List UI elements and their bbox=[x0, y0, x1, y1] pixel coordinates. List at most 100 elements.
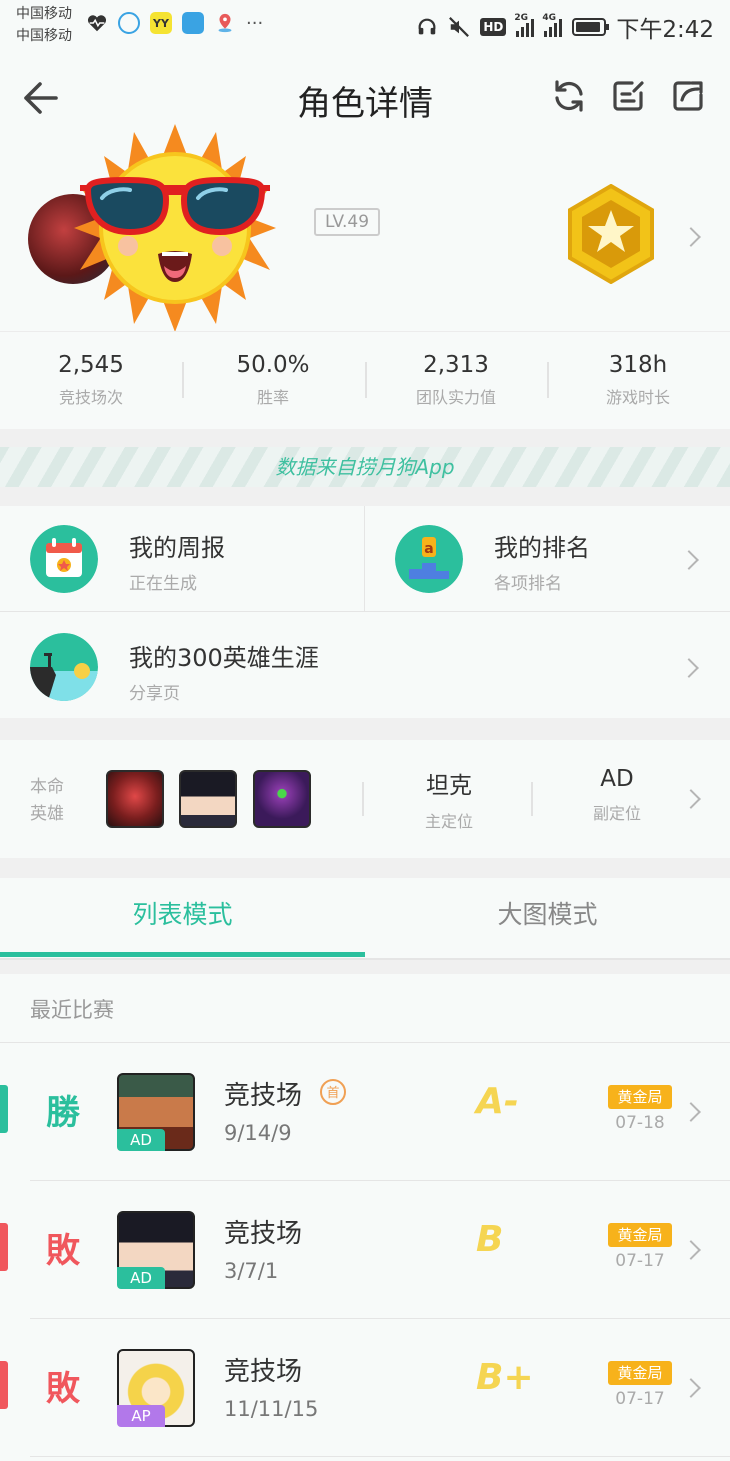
position-value: AD bbox=[600, 766, 634, 792]
weekly-report-card[interactable]: 我的周报 正在生成 bbox=[0, 506, 365, 612]
refresh-icon[interactable] bbox=[551, 78, 587, 114]
match-grade: B bbox=[476, 1219, 504, 1260]
stat-team-power: 2,313 团队实力值 bbox=[365, 352, 547, 408]
carrier-label-1: 中国移动 bbox=[16, 6, 72, 22]
match-mode: 竞技场 bbox=[224, 1357, 303, 1387]
stat-win-rate: 50.0% 胜率 bbox=[182, 352, 364, 408]
role-tag: AD bbox=[117, 1267, 165, 1289]
match-mode: 竞技场 bbox=[224, 1081, 303, 1111]
carrier-label-2: 中国移动 bbox=[16, 28, 72, 44]
signal-icon-1: 2G bbox=[514, 13, 535, 37]
section-title: 最近比赛 bbox=[30, 998, 114, 1022]
map-pin-icon bbox=[218, 13, 232, 33]
match-grade: A- bbox=[476, 1081, 519, 1122]
heroes-label: 本命 bbox=[30, 777, 64, 797]
tier-badge: 黄金局 bbox=[608, 1085, 672, 1109]
chevron-right-icon bbox=[681, 1378, 701, 1398]
profile-card[interactable]: LV.49 2,545 竞技场次 50.0% 胜率 2,313 团队实力值 31… bbox=[0, 124, 730, 430]
feature-cards: 我的周报 正在生成 a 我的排名 各项排名 我的300英雄生涯 分享页 bbox=[0, 506, 730, 718]
notification-icons: YY ··· bbox=[86, 12, 263, 34]
signal-icon-2: 4G bbox=[542, 13, 563, 37]
my-ranking-card[interactable]: a 我的排名 各项排名 bbox=[365, 506, 730, 612]
feature-title: 我的周报 bbox=[129, 534, 225, 562]
primary-position: 坦克 主定位 bbox=[386, 766, 512, 832]
calendar-icon bbox=[30, 525, 98, 593]
stat-value: 318h bbox=[608, 352, 668, 378]
match-kda: 11/11/15 bbox=[224, 1397, 319, 1421]
feature-title: 我的排名 bbox=[494, 534, 590, 562]
result-indicator bbox=[0, 1085, 8, 1133]
tab-active-indicator bbox=[0, 952, 365, 957]
chevron-right-icon bbox=[679, 658, 699, 678]
chevron-right-icon bbox=[681, 789, 701, 809]
match-kda: 3/7/1 bbox=[224, 1259, 279, 1283]
divider bbox=[531, 782, 533, 816]
divider bbox=[30, 1456, 730, 1457]
signature-heroes[interactable]: 本命 英雄 坦克 主定位 AD 副定位 bbox=[0, 740, 730, 858]
match-mode: 竞技场 bbox=[224, 1219, 303, 1249]
heroes-label: 英雄 bbox=[30, 804, 64, 824]
match-grade: B+ bbox=[476, 1357, 534, 1398]
role-tag: AP bbox=[117, 1405, 165, 1427]
share-icon[interactable] bbox=[670, 78, 706, 114]
tier-badge: 黄金局 bbox=[608, 1361, 672, 1385]
battery-icon bbox=[572, 18, 610, 36]
data-source-banner: 数据来自捞月狗App bbox=[0, 447, 730, 487]
secondary-position: AD 副定位 bbox=[554, 766, 680, 824]
stat-play-time: 318h 游戏时长 bbox=[547, 352, 729, 408]
stat-value: 2,313 bbox=[423, 352, 489, 378]
tab-list-mode[interactable]: 列表模式 bbox=[0, 878, 365, 958]
first-badge: 首 bbox=[320, 1079, 346, 1105]
career-share-card[interactable]: 我的300英雄生涯 分享页 bbox=[0, 612, 730, 718]
position-label: 主定位 bbox=[424, 812, 473, 831]
edit-icon[interactable] bbox=[610, 78, 646, 114]
status-time: 下午2:42 bbox=[616, 17, 714, 43]
svg-text:a: a bbox=[424, 541, 433, 557]
rank-medal-icon bbox=[568, 184, 654, 284]
match-row[interactable]: 敗 AP 竞技场 11/11/15 B+ 黄金局 07-17 bbox=[0, 1319, 730, 1457]
feature-title: 我的300英雄生涯 bbox=[129, 644, 319, 672]
stat-label: 胜率 bbox=[256, 388, 289, 407]
chat-icon bbox=[182, 12, 204, 34]
stat-value: 2,545 bbox=[58, 352, 124, 378]
view-mode-tabs: 列表模式 大图模式 bbox=[0, 878, 730, 960]
match-result: 敗 bbox=[46, 1369, 80, 1409]
tab-image-mode[interactable]: 大图模式 bbox=[365, 878, 730, 958]
position-value: 坦克 bbox=[426, 773, 472, 799]
more-icon: ··· bbox=[246, 12, 264, 34]
hero-avatar-2 bbox=[179, 770, 237, 828]
hd-icon: HD bbox=[480, 18, 507, 36]
match-date: 07-17 bbox=[615, 1251, 665, 1271]
headset-icon bbox=[418, 18, 436, 35]
result-indicator bbox=[0, 1361, 8, 1409]
hero-avatar-1 bbox=[106, 770, 164, 828]
chevron-right-icon bbox=[679, 550, 699, 570]
heartbeat-icon bbox=[87, 15, 107, 32]
chevron-right-icon bbox=[681, 1102, 701, 1122]
status-bar: 中国移动 中国移动 YY ··· HD 2G 4G 下午2:42 bbox=[0, 0, 730, 50]
result-indicator bbox=[0, 1223, 8, 1271]
match-date: 07-17 bbox=[615, 1389, 665, 1409]
divider bbox=[362, 782, 364, 816]
sunset-icon bbox=[30, 633, 98, 701]
stat-label: 竞技场次 bbox=[58, 388, 123, 407]
feature-subtitle: 分享页 bbox=[129, 684, 180, 704]
sun-mascot-sticker bbox=[74, 124, 276, 332]
level-badge: LV.49 bbox=[314, 208, 380, 236]
match-row[interactable]: 敗 AD 竞技场 3/7/1 B 黄金局 07-17 bbox=[0, 1181, 730, 1319]
hero-avatar-3 bbox=[253, 770, 311, 828]
yy-icon: YY bbox=[150, 12, 172, 34]
feature-subtitle: 正在生成 bbox=[129, 574, 197, 594]
position-label: 副定位 bbox=[592, 804, 641, 823]
recent-matches: 最近比赛 勝 AD 竞技场 首 9/14/9 A- 黄金局 07-18 敗 AD… bbox=[0, 974, 730, 1461]
match-result: 勝 bbox=[46, 1093, 80, 1133]
match-date: 07-18 bbox=[615, 1113, 665, 1133]
stats-row: 2,545 竞技场次 50.0% 胜率 2,313 团队实力值 318h 游戏时… bbox=[0, 331, 730, 430]
match-row[interactable]: 勝 AD 竞技场 首 9/14/9 A- 黄金局 07-18 bbox=[0, 1043, 730, 1181]
mute-icon bbox=[449, 17, 470, 37]
role-tag: AD bbox=[117, 1129, 165, 1151]
profile-chevron-icon[interactable] bbox=[681, 227, 701, 247]
system-icons: HD 2G 4G 下午2:42 bbox=[416, 10, 714, 44]
stat-label: 游戏时长 bbox=[605, 388, 670, 407]
stat-value: 50.0% bbox=[236, 352, 310, 378]
